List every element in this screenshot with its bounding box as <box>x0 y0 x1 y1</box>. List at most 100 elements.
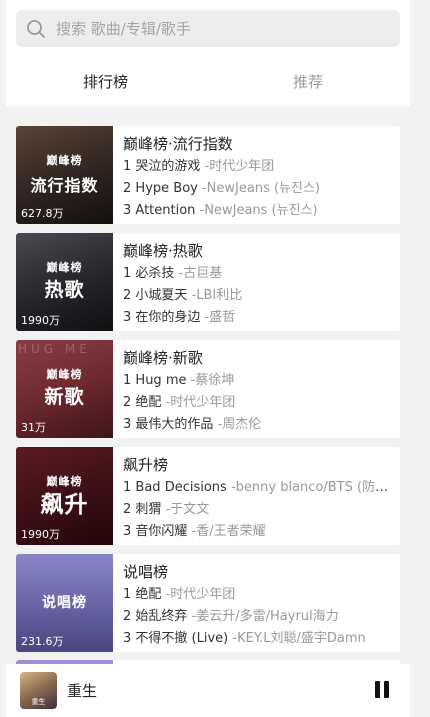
pause-button[interactable] <box>370 678 394 702</box>
song-row[interactable]: 2 始乱终弃 -姜云升/多雷/Hayrul海力 <box>123 606 393 628</box>
cover-title: 热歌 <box>44 279 85 301</box>
pause-icon <box>375 681 380 698</box>
song-row[interactable]: 1 绝配 -时代少年团 <box>123 584 393 606</box>
song-artist: -香/王者荣耀 <box>191 524 266 539</box>
chart-card-popularity[interactable]: 巅峰榜 流行指数 627.8万 巅峰榜·流行指数 1 哭泣的游戏 -时代少年团 … <box>16 126 400 224</box>
chart-card-hot[interactable]: 巅峰榜 热歌 1990万 巅峰榜·热歌 1 必杀技 -古巨基 2 小城夏天 -L… <box>16 233 400 331</box>
song-artist: -盛哲 <box>204 310 236 325</box>
chart-info: 巅峰榜·热歌 1 必杀技 -古巨基 2 小城夏天 -LBI利比 3 在你的身边 … <box>123 239 393 329</box>
chart-card-new[interactable]: HUG ME 巅峰榜 新歌 31万 巅峰榜·新歌 1 Hug me -蔡徐坤 2… <box>16 340 400 438</box>
song-artist: -NewJeans (뉴진스) <box>201 181 320 196</box>
listen-count: 1990万 <box>21 314 60 327</box>
song-name: 在你的身边 <box>135 310 201 325</box>
song-rank: 3 <box>123 417 132 432</box>
chart-title: 巅峰榜·新歌 <box>123 349 203 367</box>
song-rank: 3 <box>123 631 132 646</box>
song-rank: 1 <box>123 587 132 602</box>
song-name: 最伟大的作品 <box>135 417 214 432</box>
chart-cover[interactable]: 巅峰榜 流行指数 627.8万 <box>16 126 113 224</box>
song-name: Attention <box>135 203 196 218</box>
chart-title: 巅峰榜·流行指数 <box>123 135 233 153</box>
cover-brand: 巅峰榜 <box>46 368 83 381</box>
chart-title: 巅峰榜·热歌 <box>123 242 203 260</box>
song-name: 绝配 <box>135 395 162 410</box>
tab-recommend[interactable]: 推荐 <box>293 60 323 104</box>
search-icon[interactable] <box>16 10 56 47</box>
song-rank: 2 <box>123 502 132 517</box>
song-rank: 3 <box>123 203 132 218</box>
search-bar[interactable] <box>16 10 400 47</box>
chart-cover[interactable]: 巅峰榜 热歌 1990万 <box>16 233 113 331</box>
song-name: 必杀技 <box>135 266 175 281</box>
song-name: Hug me <box>135 373 187 388</box>
song-name: 小城夏天 <box>135 288 188 303</box>
pause-icon <box>384 681 389 698</box>
mini-player[interactable]: 重生 重生 <box>6 664 410 717</box>
song-artist: -benny blanco/BTS (防弹少年团) <box>230 480 393 495</box>
song-row[interactable]: 3 Attention -NewJeans (뉴진스) <box>123 200 393 222</box>
song-rank: 1 <box>123 266 132 281</box>
cover-brand: 巅峰榜 <box>46 154 83 167</box>
chart-title: 飙升榜 <box>123 456 169 474</box>
song-name: Hype Boy <box>135 181 198 196</box>
song-rank: 2 <box>123 395 132 410</box>
song-artist: -蔡徐坤 <box>190 373 235 388</box>
song-rank: 1 <box>123 373 132 388</box>
chart-info: 飙升榜 1 Bad Decisions -benny blanco/BTS (防… <box>123 453 393 543</box>
chart-cover[interactable]: 巅峰榜 飙升 1990万 <box>16 447 113 545</box>
song-row[interactable]: 3 最伟大的作品 -周杰伦 <box>123 414 393 436</box>
tab-ranking[interactable]: 排行榜 <box>83 60 128 104</box>
song-name: 不得不撤 (Live) <box>135 631 229 646</box>
cover-title: 新歌 <box>44 386 85 408</box>
song-name: 绝配 <box>135 587 162 602</box>
song-row[interactable]: 1 Bad Decisions -benny blanco/BTS (防弹少年团… <box>123 477 393 499</box>
song-row[interactable]: 2 刺猬 -于文文 <box>123 499 393 521</box>
song-row[interactable]: 2 绝配 -时代少年团 <box>123 392 393 414</box>
song-row[interactable]: 2 Hype Boy -NewJeans (뉴진스) <box>123 178 393 200</box>
chart-cover[interactable]: HUG ME 巅峰榜 新歌 31万 <box>16 340 113 438</box>
song-row[interactable]: 3 不得不撤 (Live) -KEY.L刘聪/盛宇Damn <box>123 628 393 650</box>
song-name: 哭泣的游戏 <box>135 159 201 174</box>
album-art-text: 重生 <box>31 698 46 706</box>
cover-brand: 巅峰榜 <box>46 261 83 274</box>
song-artist: -NewJeans (뉴진스) <box>199 203 318 218</box>
cover-background-text: HUG ME <box>18 342 91 356</box>
listen-count: 627.8万 <box>21 207 64 220</box>
song-rank: 1 <box>123 159 132 174</box>
song-artist: -周杰伦 <box>217 417 262 432</box>
listen-count: 231.6万 <box>21 635 64 648</box>
song-row[interactable]: 2 小城夏天 -LBI利比 <box>123 285 393 307</box>
song-artist: -时代少年团 <box>165 395 236 410</box>
cover-title: 说唱榜 <box>42 595 87 611</box>
chart-info: 说唱榜 1 绝配 -时代少年团 2 始乱终弃 -姜云升/多雷/Hayrul海力 … <box>123 560 393 650</box>
cover-title: 飙升 <box>40 492 89 518</box>
listen-count: 1990万 <box>21 528 60 541</box>
song-name: 刺猬 <box>135 502 162 517</box>
song-artist: -时代少年团 <box>204 159 275 174</box>
song-artist: -于文文 <box>165 502 210 517</box>
song-row[interactable]: 3 在你的身边 -盛哲 <box>123 307 393 329</box>
song-artist: -KEY.L刘聪/盛宇Damn <box>232 631 366 646</box>
chart-info: 巅峰榜·新歌 1 Hug me -蔡徐坤 2 绝配 -时代少年团 3 最伟大的作… <box>123 346 393 436</box>
album-art[interactable]: 重生 <box>20 672 57 709</box>
song-row[interactable]: 3 音你闪耀 -香/王者荣耀 <box>123 521 393 543</box>
song-rank: 1 <box>123 480 132 495</box>
song-row[interactable]: 1 哭泣的游戏 -时代少年团 <box>123 156 393 178</box>
song-artist: -LBI利比 <box>191 288 243 303</box>
chart-card-rising[interactable]: 巅峰榜 飙升 1990万 飙升榜 1 Bad Decisions -benny … <box>16 447 400 545</box>
song-name: 音你闪耀 <box>135 524 188 539</box>
cover-title: 流行指数 <box>30 176 99 195</box>
search-input[interactable] <box>56 19 386 38</box>
song-name: 始乱终弃 <box>135 609 188 624</box>
chart-title: 说唱榜 <box>123 563 169 581</box>
song-artist: -姜云升/多雷/Hayrul海力 <box>191 609 339 624</box>
chart-cover[interactable]: 说唱榜 231.6万 <box>16 554 113 652</box>
song-rank: 2 <box>123 609 132 624</box>
chart-card-rap[interactable]: 说唱榜 231.6万 说唱榜 1 绝配 -时代少年团 2 始乱终弃 -姜云升/多… <box>16 554 400 652</box>
now-playing-title[interactable]: 重生 <box>67 680 97 701</box>
song-artist: -古巨基 <box>178 266 223 281</box>
song-rank: 2 <box>123 181 132 196</box>
song-row[interactable]: 1 必杀技 -古巨基 <box>123 263 393 285</box>
song-artist: -时代少年团 <box>165 587 236 602</box>
song-row[interactable]: 1 Hug me -蔡徐坤 <box>123 370 393 392</box>
